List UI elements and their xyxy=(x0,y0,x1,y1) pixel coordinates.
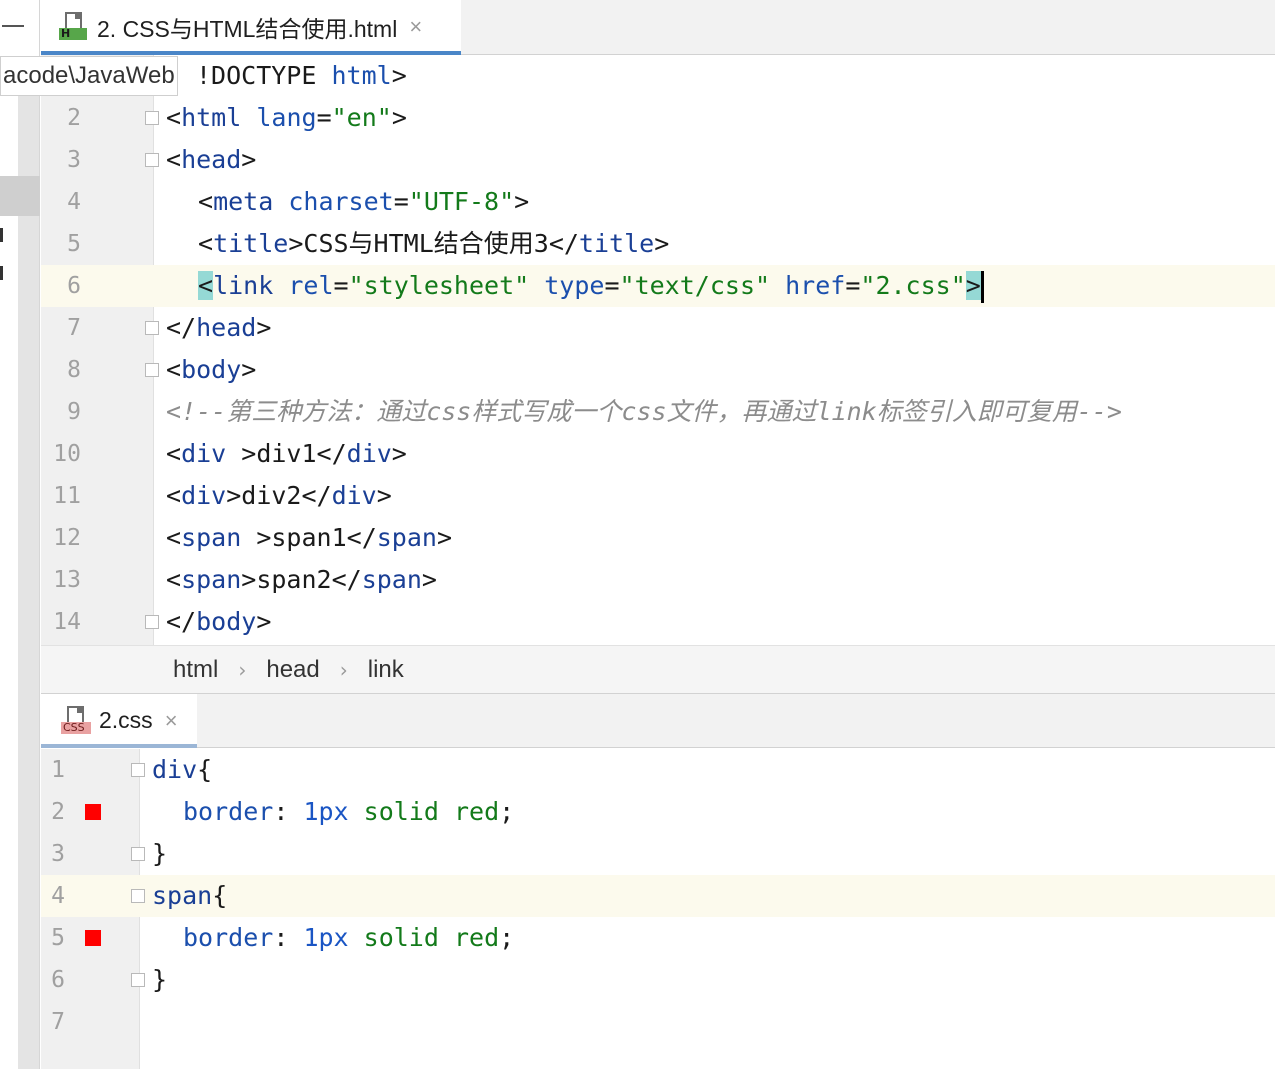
code-text: <!--第三种方法：通过css样式写成一个css文件，再通过link标签引入即可… xyxy=(166,397,1122,426)
code-text: } xyxy=(152,965,168,994)
code-line[interactable]: 1 div{ xyxy=(41,749,1275,791)
code-line-current[interactable]: 6 <link rel="stylesheet" type="text/css"… xyxy=(41,265,1275,307)
code-line[interactable]: 13 <span>span2</span> xyxy=(41,559,1275,601)
line-number: 12 xyxy=(53,525,81,551)
minimize-icon[interactable] xyxy=(2,25,24,27)
fold-icon[interactable] xyxy=(145,321,159,335)
line-number: 14 xyxy=(53,609,81,635)
line-number: 5 xyxy=(67,231,81,257)
code-text: border: 1px solid red; xyxy=(183,923,515,952)
active-tab-indicator xyxy=(41,744,197,748)
tab-html-file[interactable]: H 2. CSS与HTML结合使用.html × xyxy=(41,0,461,55)
close-tab-icon[interactable]: × xyxy=(409,14,422,40)
line-number: 6 xyxy=(51,967,65,993)
line-number: 1 xyxy=(51,757,65,783)
code-line[interactable]: 3 } xyxy=(41,833,1275,875)
tool-window-strip xyxy=(0,0,40,1069)
fold-icon[interactable] xyxy=(131,847,145,861)
editor-tab-bar-bottom: CSS 2.css × xyxy=(41,694,1275,748)
fold-icon[interactable] xyxy=(131,889,145,903)
fold-icon[interactable] xyxy=(145,111,159,125)
code-text: <div>div2</div> xyxy=(166,481,392,510)
line-number: 10 xyxy=(53,441,81,467)
code-text: border: 1px solid red; xyxy=(183,797,515,826)
fold-icon[interactable] xyxy=(131,763,145,777)
code-text: <head> xyxy=(166,145,257,174)
line-number: 7 xyxy=(67,315,81,341)
chevron-right-icon: › xyxy=(238,657,247,682)
code-text: <title>CSS与HTML结合使用3</title> xyxy=(198,229,670,258)
code-text: <span>span2</span> xyxy=(166,565,437,594)
text-caret xyxy=(980,271,984,303)
code-line[interactable]: 3 <head> xyxy=(41,139,1275,181)
line-number: 8 xyxy=(67,357,81,383)
line-number: 2 xyxy=(67,105,81,131)
gutter-marker xyxy=(0,228,3,242)
chevron-right-icon: › xyxy=(339,657,348,682)
css-file-icon: CSS xyxy=(61,705,91,736)
code-text: div{ xyxy=(152,755,213,784)
scrollbar-thumb[interactable] xyxy=(0,176,40,216)
code-line[interactable]: 9 <!--第三种方法：通过css样式写成一个css文件，再通过link标签引入… xyxy=(41,391,1275,433)
fold-icon[interactable] xyxy=(145,363,159,377)
code-line[interactable]: 6 } xyxy=(41,959,1275,1001)
color-swatch-icon[interactable] xyxy=(85,930,101,946)
line-number: 3 xyxy=(67,147,81,173)
css-editor[interactable]: 1 div{ 2 border: 1px solid red; 3 } 4 sp… xyxy=(41,749,1275,1069)
code-text: span{ xyxy=(152,881,228,910)
line-number: 7 xyxy=(51,1009,65,1035)
gutter-marker xyxy=(0,266,3,280)
tab-css-file[interactable]: CSS 2.css × xyxy=(41,694,197,748)
code-text: !DOCTYPE html> xyxy=(196,61,407,90)
html-file-icon: H xyxy=(59,12,89,42)
line-number: 4 xyxy=(51,883,65,909)
breadcrumb-link[interactable]: link xyxy=(368,656,404,684)
code-text: </body> xyxy=(166,607,272,636)
line-number: 13 xyxy=(53,567,81,593)
code-line[interactable]: 11 <div>div2</div> xyxy=(41,475,1275,517)
code-line[interactable]: 14 </body> xyxy=(41,601,1275,643)
breadcrumb-html[interactable]: html xyxy=(173,656,218,684)
html-editor[interactable]: !DOCTYPE html> 2 <html lang="en"> 3 <hea… xyxy=(41,55,1275,645)
tab-label: 2.css xyxy=(99,707,153,733)
code-text: </head> xyxy=(166,313,272,342)
code-text: <html lang="en"> xyxy=(166,103,407,132)
breadcrumb-head[interactable]: head xyxy=(266,656,319,684)
close-tab-icon[interactable]: × xyxy=(165,708,178,734)
code-line[interactable]: 2 <html lang="en"> xyxy=(41,97,1275,139)
line-number: 11 xyxy=(53,483,81,509)
code-text: <div >div1</div> xyxy=(166,439,407,468)
line-number: 3 xyxy=(51,841,65,867)
color-swatch-icon[interactable] xyxy=(85,804,101,820)
code-line[interactable]: 4 <meta charset="UTF-8"> xyxy=(41,181,1275,223)
code-text: <body> xyxy=(166,355,257,384)
line-number: 4 xyxy=(67,189,81,215)
code-line[interactable]: 5 <title>CSS与HTML结合使用3</title> xyxy=(41,223,1275,265)
line-number: 5 xyxy=(51,925,65,951)
code-line-current[interactable]: 4 span{ xyxy=(41,875,1275,917)
code-line[interactable]: 7 xyxy=(41,1001,1275,1043)
code-line[interactable]: 12 <span >span1</span> xyxy=(41,517,1275,559)
line-number: 6 xyxy=(67,273,81,299)
code-text: } xyxy=(152,839,168,868)
fold-icon[interactable] xyxy=(131,973,145,987)
fold-icon[interactable] xyxy=(145,153,159,167)
tab-label: 2. CSS与HTML结合使用.html xyxy=(97,16,398,42)
code-text: <span >span1</span> xyxy=(166,523,453,552)
code-line[interactable]: 8 <body> xyxy=(41,349,1275,391)
code-line[interactable]: !DOCTYPE html> xyxy=(41,55,1275,97)
line-number: 2 xyxy=(51,799,65,825)
path-tooltip: acode\JavaWeb xyxy=(0,56,178,96)
code-line[interactable]: 7 </head> xyxy=(41,307,1275,349)
code-line[interactable]: 5 border: 1px solid red; xyxy=(41,917,1275,959)
editor-tab-bar-top: H 2. CSS与HTML结合使用.html × xyxy=(41,0,1275,55)
code-line[interactable]: 10 <div >div1</div> xyxy=(41,433,1275,475)
breadcrumb: html › head › link xyxy=(41,645,1275,694)
code-line[interactable]: 2 border: 1px solid red; xyxy=(41,791,1275,833)
line-number: 9 xyxy=(67,399,81,425)
code-text: <meta charset="UTF-8"> xyxy=(198,187,530,216)
fold-icon[interactable] xyxy=(145,615,159,629)
code-text: <link rel="stylesheet" type="text/css" h… xyxy=(198,265,984,307)
